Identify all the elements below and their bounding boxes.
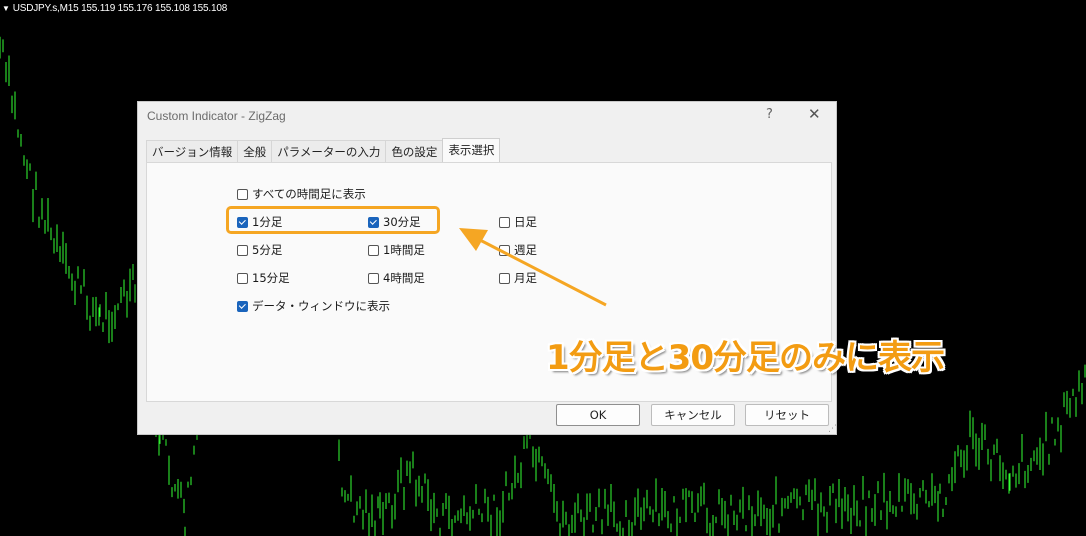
- checkbox-box[interactable]: [237, 188, 248, 200]
- custom-indicator-dialog: Custom Indicator - ZigZag ? ✕ バージョン情報 全般…: [137, 101, 837, 435]
- tab-bar: バージョン情報 全般 パラメーターの入力 色の設定 表示選択: [146, 138, 501, 163]
- symbol-info: USDJPY.s,M15 155.119 155.176 155.108 155…: [12, 3, 228, 14]
- checkbox-label: 5分足: [252, 243, 283, 257]
- timeframe-h4-checkbox[interactable]: 4時間足: [368, 270, 425, 286]
- chart-symbol-header: ▼ USDJPY.s,M15 155.119 155.176 155.108 15…: [2, 3, 227, 14]
- help-icon[interactable]: ?: [766, 107, 773, 122]
- checkbox-label: 日足: [514, 215, 537, 229]
- timeframe-m15-checkbox[interactable]: 15分足: [237, 270, 290, 286]
- checkbox-box[interactable]: [237, 244, 248, 256]
- timeframe-w1-checkbox[interactable]: 週足: [499, 242, 537, 258]
- checkbox-box[interactable]: [368, 272, 379, 284]
- timeframe-m5-checkbox[interactable]: 5分足: [237, 242, 282, 258]
- resize-grip-icon[interactable]: ⋰: [828, 424, 837, 434]
- dialog-titlebar[interactable]: Custom Indicator - ZigZag ? ✕: [138, 102, 836, 132]
- tab-version-info[interactable]: バージョン情報: [146, 140, 239, 162]
- tab-parameters[interactable]: パラメーターの入力: [271, 140, 387, 162]
- checkbox-box[interactable]: [368, 244, 379, 256]
- checkbox-label: 月足: [514, 271, 537, 285]
- reset-button[interactable]: リセット: [745, 404, 829, 426]
- checkbox-box[interactable]: [237, 272, 248, 284]
- tab-visualization[interactable]: 表示選択: [442, 138, 501, 163]
- highlight-frame: [226, 206, 440, 234]
- dialog-title: Custom Indicator - ZigZag: [147, 109, 286, 123]
- checkbox-box[interactable]: [499, 216, 510, 228]
- cancel-button[interactable]: キャンセル: [651, 404, 735, 426]
- checkbox-label: 15分足: [252, 271, 290, 285]
- checkbox-label: 1時間足: [383, 243, 425, 257]
- tab-colors[interactable]: 色の設定: [385, 140, 444, 162]
- data-window-checkbox[interactable]: データ・ウィンドウに表示: [237, 298, 390, 314]
- checkbox-label: 4時間足: [383, 271, 425, 285]
- timeframe-h1-checkbox[interactable]: 1時間足: [368, 242, 425, 258]
- timeframe-d1-checkbox[interactable]: 日足: [499, 214, 537, 230]
- checkbox-label: 週足: [514, 243, 537, 257]
- annotation-text: 1分足と30分足のみに表示: [546, 338, 945, 378]
- checkbox-box[interactable]: [499, 244, 510, 256]
- checkbox-label: データ・ウィンドウに表示: [252, 299, 390, 313]
- checkbox-box[interactable]: [237, 300, 248, 312]
- dropdown-triangle-icon[interactable]: ▼: [2, 4, 10, 13]
- close-icon[interactable]: ✕: [808, 105, 821, 123]
- tab-general[interactable]: 全般: [237, 140, 273, 162]
- ok-button[interactable]: OK: [556, 404, 640, 426]
- checkbox-label: すべての時間足に表示: [252, 187, 366, 201]
- all-timeframes-checkbox[interactable]: すべての時間足に表示: [237, 186, 366, 202]
- timeframe-mn-checkbox[interactable]: 月足: [499, 270, 537, 286]
- checkbox-box[interactable]: [499, 272, 510, 284]
